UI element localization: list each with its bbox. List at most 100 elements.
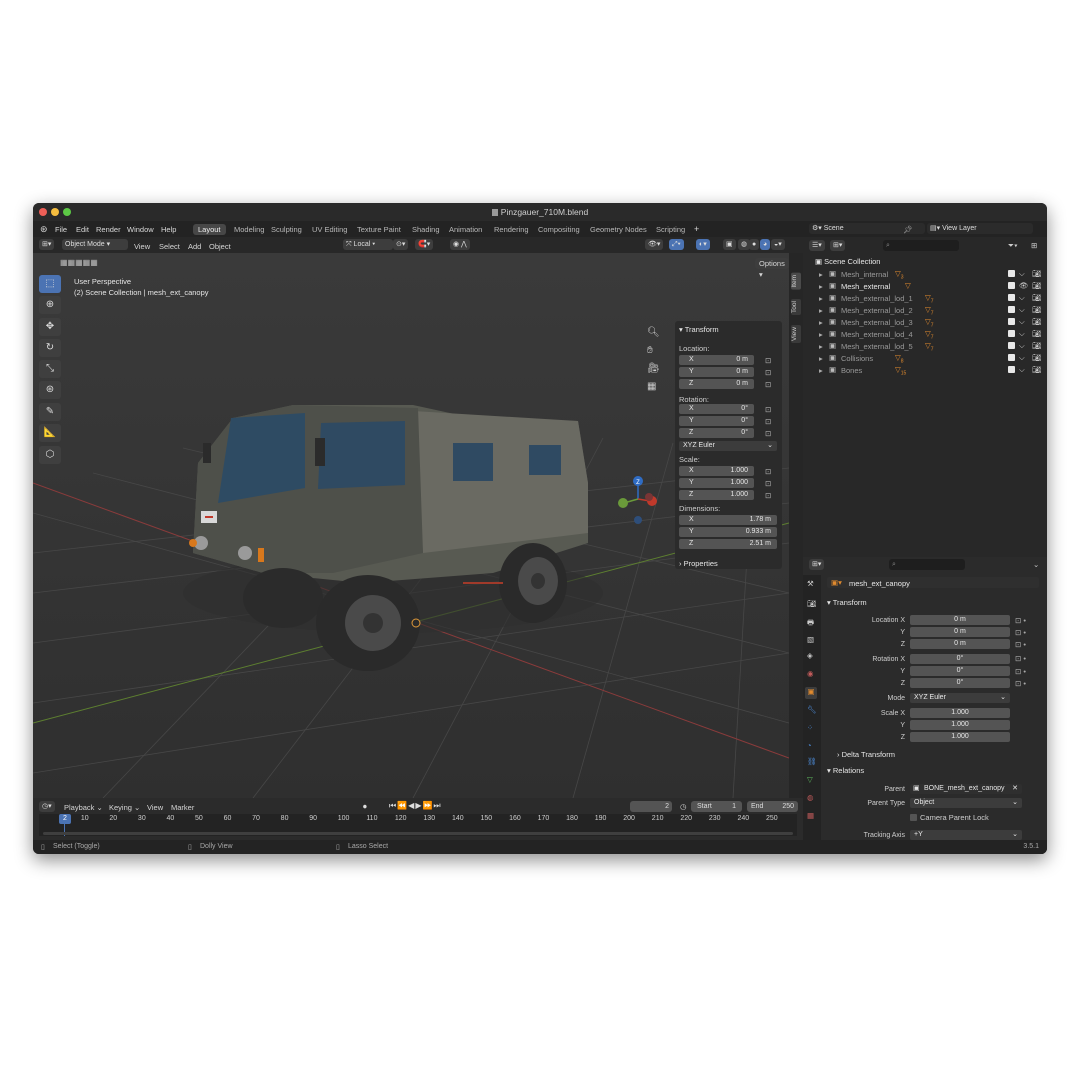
playhead[interactable]: 2 (59, 814, 71, 824)
expand-arrow-icon[interactable]: ▸ (819, 366, 823, 375)
expand-arrow-icon[interactable]: ▸ (819, 354, 823, 363)
tab-modeling[interactable]: Modeling (229, 224, 269, 235)
tab-animation[interactable]: Animation (444, 224, 487, 235)
cursor-tool-icon[interactable]: ⊕ (39, 296, 61, 314)
eye-icon[interactable]: ⌵ (1019, 293, 1025, 303)
exclude-checkbox[interactable] (1008, 318, 1015, 325)
pan-hand-icon[interactable]: ✋︎ (647, 345, 653, 356)
start-frame-field[interactable]: Start 1 (691, 801, 742, 812)
object-mode-dropdown[interactable]: Object Mode ▾ (62, 239, 128, 250)
camera-icon[interactable]: 📷︎ (1032, 353, 1042, 362)
props-mode-dropdown[interactable]: XYZ Euler ⌄ (910, 693, 1010, 703)
location-lock-icons[interactable]: ⊡ ⊡ ⊡ (765, 355, 771, 391)
output-properties-icon[interactable]: 🖶 (807, 617, 814, 630)
clear-parent-icon[interactable]: ✕ (1012, 784, 1018, 794)
material-properties-icon[interactable]: ◍ (807, 793, 814, 802)
properties-editor-type-button[interactable]: ⊞▾ (809, 559, 825, 570)
select-mode-icons[interactable]: ▦▦▦▦▦ (60, 258, 98, 267)
pin-scene-icon[interactable]: 📌︎ (903, 225, 913, 234)
scale-y-field[interactable]: Y 1.000 (679, 478, 754, 488)
3d-viewport[interactable]: Z User Perspective (2) Scene Collection … (33, 253, 789, 798)
menu-object[interactable]: Object (209, 242, 231, 251)
camera-icon[interactable]: 📷︎ (1032, 341, 1042, 350)
timeline-editor-type-button[interactable]: ◷▾ (39, 801, 55, 812)
record-button[interactable]: ⏺ (363, 802, 367, 812)
location-x-field[interactable]: X 0 m (679, 355, 754, 365)
object-name-field[interactable]: ▣▾ mesh_ext_canopy (827, 577, 1039, 588)
camera-icon[interactable]: 📷︎ (1032, 329, 1042, 338)
annotate-tool-icon[interactable]: ✎ (39, 403, 61, 421)
menu-timeline-view[interactable]: View (147, 803, 163, 812)
ortho-grid-icon[interactable]: ▦ (647, 381, 656, 392)
transform-tool-icon[interactable]: ⊛ (39, 381, 61, 399)
exclude-checkbox[interactable] (1008, 366, 1015, 373)
filter-icon[interactable]: ⏷▾ (1008, 241, 1018, 251)
props-lock-icons[interactable]: ⊡ • ⊡ • ⊡ • ⊡ • ⊡ • ⊡ • (1015, 615, 1026, 690)
gizmo-toggle-icon[interactable]: ⤢▾ (669, 239, 684, 250)
camera-icon[interactable]: 📷︎ (1032, 281, 1042, 290)
tab-layout[interactable]: Layout (193, 224, 226, 235)
menu-window[interactable]: Window (127, 225, 154, 234)
rotation-z-field[interactable]: Z 0° (679, 428, 754, 438)
particles-properties-icon[interactable]: ⁘ (807, 723, 813, 732)
rendered-shading-icon[interactable]: ◒▾ (771, 239, 785, 250)
parent-type-dropdown[interactable]: Object ⌄ (910, 798, 1022, 808)
object-properties-icon[interactable]: ▣ (805, 687, 817, 699)
menu-keying[interactable]: Keying ⌄ (109, 803, 140, 812)
menu-marker[interactable]: Marker (171, 803, 194, 812)
tracking-axis-dropdown[interactable]: +Y ⌄ (910, 830, 1022, 840)
options-dropdown[interactable]: Options ▾ (755, 258, 789, 279)
display-mode-dropdown[interactable]: ⊞▾ (830, 240, 846, 251)
proportional-edit-icon[interactable]: ◉ ⋀ (450, 239, 470, 250)
scale-z-field[interactable]: Z 1.000 (679, 490, 754, 500)
tab-item[interactable]: Item (791, 273, 801, 290)
outliner-row[interactable]: ▸ ▣ Bones ▽15 ⌵ 📷︎ (803, 364, 1047, 377)
material-shading-icon[interactable]: ◕ (760, 239, 771, 250)
menu-file[interactable]: File (55, 225, 67, 234)
exclude-checkbox[interactable] (1008, 282, 1015, 289)
props-scale-x[interactable]: 1.000 (910, 708, 1010, 718)
camera-icon[interactable]: 📷︎ (1032, 305, 1042, 314)
modifier-properties-icon[interactable]: 🔧︎ (807, 705, 817, 714)
transform-orientation-dropdown[interactable]: ⤧ Local ▾ (343, 239, 393, 250)
dimension-x-field[interactable]: X 1.78 m (679, 515, 777, 525)
select-box-tool-icon[interactable]: ⬚ (39, 275, 61, 293)
dimension-z-field[interactable]: Z 2.51 m (679, 539, 777, 549)
rotation-mode-dropdown[interactable]: XYZ Euler ⌄ (679, 441, 777, 451)
playback-controls[interactable]: ⏮⏪◀▶⏩⏭ (389, 801, 442, 811)
tab-sculpting[interactable]: Sculpting (266, 224, 307, 235)
snap-icon[interactable]: 🧲▾ (415, 239, 434, 250)
exclude-checkbox[interactable] (1008, 306, 1015, 313)
dimension-y-field[interactable]: Y 0.933 m (679, 527, 777, 537)
camera-icon[interactable]: 📷︎ (1032, 317, 1042, 326)
view-layer-selector[interactable]: ▤▾ View Layer (927, 223, 1033, 234)
props-rotation-y[interactable]: 0° (910, 666, 1010, 676)
exclude-checkbox[interactable] (1008, 294, 1015, 301)
props-transform-header[interactable]: ▾ Transform (827, 598, 1039, 609)
expand-arrow-icon[interactable]: ▸ (819, 294, 823, 303)
timeline-scrollbar[interactable] (43, 832, 793, 835)
tab-shading[interactable]: Shading (407, 224, 445, 235)
visibility-icon[interactable]: 👁▾ (645, 239, 664, 250)
properties-options-icon[interactable]: ⌄ (1033, 560, 1039, 569)
props-location-y[interactable]: 0 m (910, 627, 1010, 637)
outliner-editor-type-button[interactable]: ☰▾ (809, 240, 825, 251)
data-properties-icon[interactable]: ▽ (807, 775, 813, 784)
outliner-row[interactable]: ▸ ▣ Mesh_external_lod_2 ▽7 ⌵ 📷︎ (803, 304, 1047, 317)
camera-view-icon[interactable]: 🎥︎ (647, 363, 660, 374)
view-layer-properties-icon[interactable]: ▧ (807, 635, 814, 644)
scale-tool-icon[interactable]: ⤡ (39, 360, 61, 378)
tab-compositing[interactable]: Compositing (533, 224, 585, 235)
rotate-tool-icon[interactable]: ↻ (39, 339, 61, 357)
outliner-row[interactable]: ▸ ▣ Mesh_external_lod_4 ▽7 ⌵ 📷︎ (803, 328, 1047, 341)
props-location-x[interactable]: 0 m (910, 615, 1010, 625)
parent-field[interactable]: ▣ BONE_mesh_ext_canopy ✕ (910, 784, 1022, 794)
end-frame-field[interactable]: End 250 (747, 801, 798, 812)
tab-scripting[interactable]: Scripting (651, 224, 690, 235)
zoom-icon[interactable]: 🔍︎ (647, 327, 660, 338)
physics-properties-icon[interactable]: ◔ (807, 741, 812, 750)
props-scale-y[interactable]: 1.000 (910, 720, 1010, 730)
properties-subpanel-header[interactable]: › Properties (679, 559, 718, 568)
camera-icon[interactable]: 📷︎ (1032, 293, 1042, 302)
outliner-row[interactable]: ▸ ▣ Mesh_external ▽ 👁︎ 📷︎ (803, 280, 1047, 292)
